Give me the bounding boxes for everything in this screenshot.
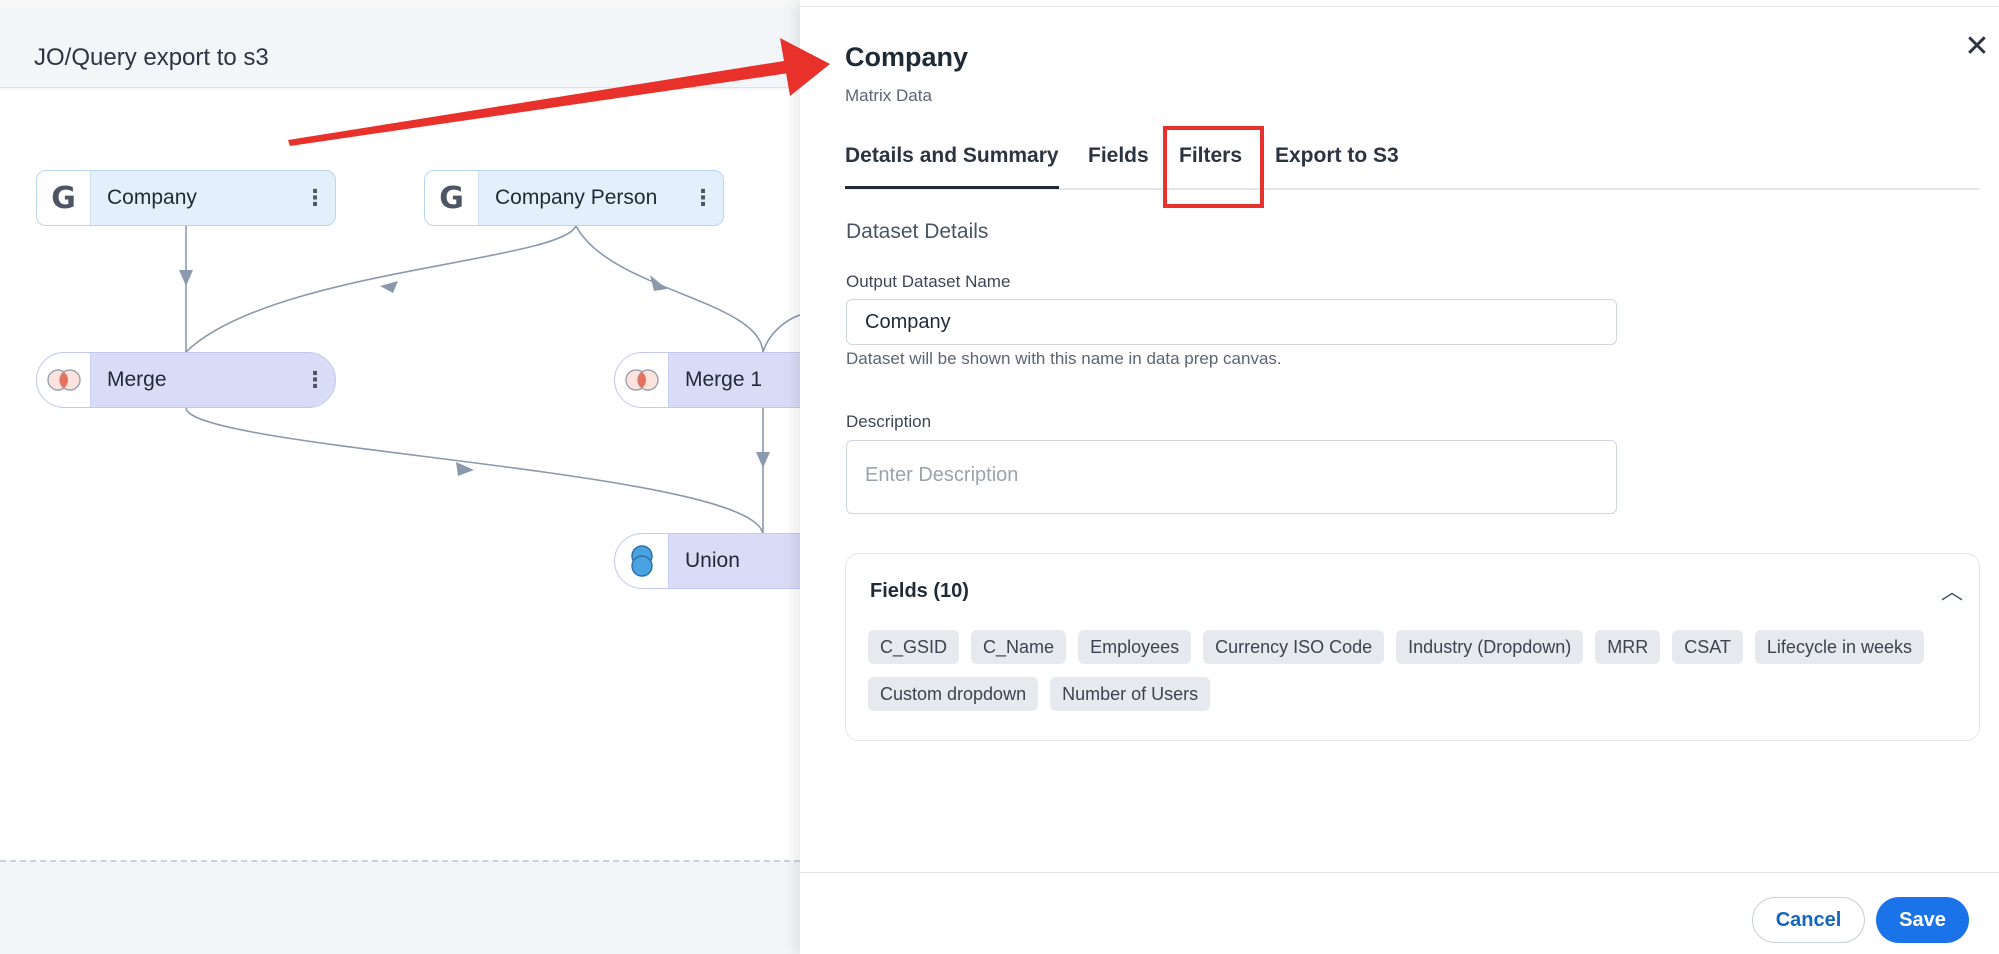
node-union[interactable]: Union [614, 533, 800, 589]
edge-arrow [456, 462, 474, 476]
merge-icon [615, 353, 669, 407]
field-chip: CSAT [1672, 630, 1743, 664]
google-g-icon: G [425, 171, 479, 225]
flow-edges [179, 225, 800, 536]
node-menu-icon[interactable]: ⋮ [683, 185, 723, 211]
edge-arrow [179, 270, 193, 286]
google-g-icon: G [37, 171, 91, 225]
output-dataset-name-input[interactable] [846, 299, 1617, 345]
field-chip: Industry (Dropdown) [1396, 630, 1584, 664]
drawer-footer: Cancel Save [800, 872, 1999, 954]
tab-fields[interactable]: Fields [1088, 144, 1149, 168]
node-merge-1[interactable]: Merge 1 [614, 352, 800, 408]
fields-card-title: Fields (10) [870, 580, 969, 602]
edge-person-to-merge1 [575, 225, 764, 353]
edge-person-to-merge [185, 225, 577, 353]
save-button[interactable]: Save [1876, 897, 1969, 943]
drawer-tabs: Details and Summary Fields Filters Expor… [845, 140, 1980, 190]
node-menu-icon[interactable]: ⋮ [295, 185, 335, 211]
node-menu-icon[interactable]: ⋮ [295, 367, 335, 393]
data-prep-canvas: JO/Query export to s3 G Company ⋮ G Comp… [0, 0, 800, 954]
output-name-label: Output Dataset Name [846, 272, 1011, 291]
field-chip: MRR [1595, 630, 1661, 664]
node-label: Merge 1 [685, 368, 763, 391]
drawer-top-border [800, 6, 1999, 7]
fields-card: Fields (10) ︿ C_GSID C_Name Employees Cu… [845, 553, 1980, 741]
edge-arrow [756, 452, 770, 468]
tab-details-and-summary[interactable]: Details and Summary [845, 144, 1059, 189]
output-name-hint: Dataset will be shown with this name in … [846, 349, 1282, 368]
field-chip-list: C_GSID C_Name Employees Currency ISO Cod… [868, 630, 1968, 711]
field-chip: Currency ISO Code [1203, 630, 1385, 664]
section-heading: Dataset Details [846, 220, 989, 243]
merge-icon [37, 353, 91, 407]
drawer-title: Company [845, 42, 969, 72]
node-label: Merge [107, 368, 167, 391]
description-input[interactable] [846, 440, 1617, 514]
union-icon [615, 534, 669, 588]
cancel-button[interactable]: Cancel [1752, 897, 1865, 943]
node-label: Union [685, 549, 740, 572]
node-details-drawer: Company Matrix Data ✕ Details and Summar… [800, 0, 1999, 954]
node-label: Company Person [495, 186, 658, 209]
drawer-subtitle: Matrix Data [845, 86, 932, 105]
field-chip: C_Name [971, 630, 1067, 664]
description-label: Description [846, 412, 932, 431]
field-chip: Custom dropdown [868, 677, 1039, 711]
edge-arrow [380, 281, 398, 293]
close-icon[interactable]: ✕ [1962, 32, 1992, 62]
node-label: Company [107, 186, 197, 209]
edge-merge-to-union [185, 407, 764, 536]
field-chip: Employees [1078, 630, 1192, 664]
field-chip: Lifecycle in weeks [1754, 630, 1924, 664]
edge-extra-right [762, 314, 800, 353]
node-company[interactable]: G Company ⋮ [36, 170, 336, 226]
tab-filters[interactable]: Filters [1179, 144, 1242, 168]
edge-arrow [650, 275, 667, 291]
tab-export-to-s3[interactable]: Export to S3 [1275, 144, 1399, 168]
node-company-person[interactable]: G Company Person ⋮ [424, 170, 724, 226]
field-chip: C_GSID [868, 630, 960, 664]
node-merge[interactable]: Merge ⋮ [36, 352, 336, 408]
field-chip: Number of Users [1050, 677, 1211, 711]
chevron-up-icon[interactable]: ︿ [1941, 574, 1963, 606]
